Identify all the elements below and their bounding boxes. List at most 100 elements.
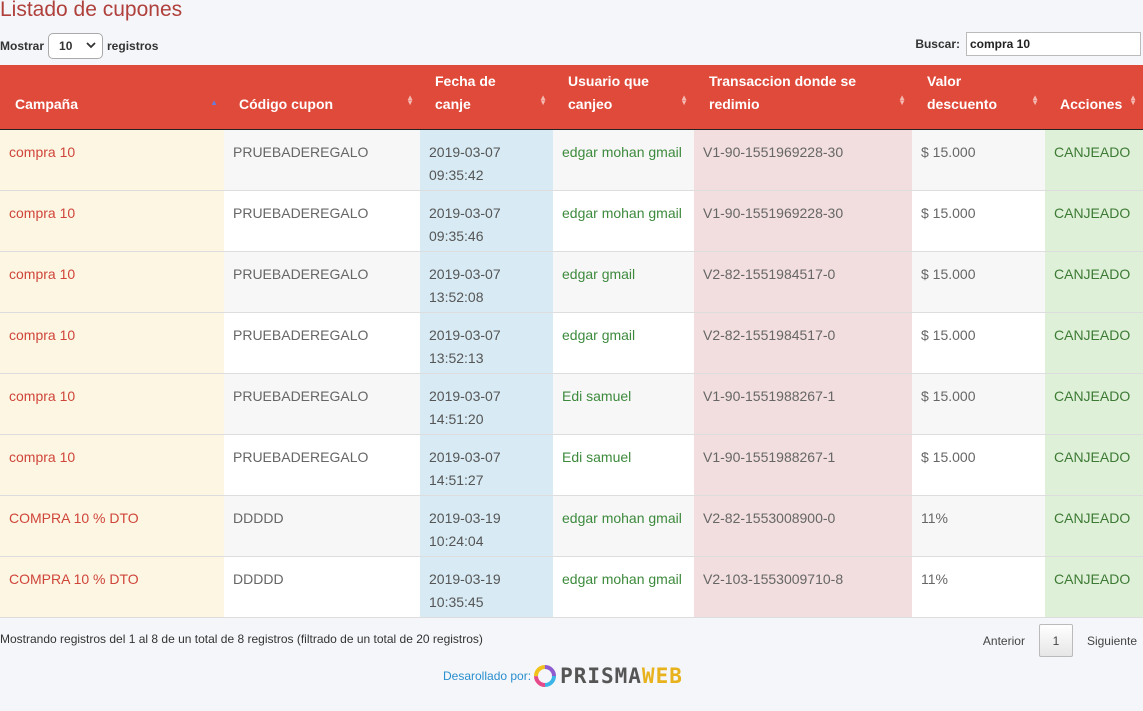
page-length-control: Mostrar 10 registros [0, 33, 158, 59]
table-row: compra 10 PRUEBADEREGALO 2019-03-07 14:5… [0, 373, 1143, 434]
cell-fecha: 2019-03-07 13:52:08 [420, 251, 553, 312]
page-title: Listado de cupones [0, 0, 183, 21]
cell-campana: compra 10 [0, 373, 224, 434]
col-header-usuario[interactable]: Usuario que canjeo ▲ ▼ [553, 65, 694, 130]
sort-arrows-icon: ▲ ▼ [1031, 92, 1039, 107]
col-label: Acciones [1060, 95, 1123, 112]
cell-transaccion: V1-90-1551969228-30 [694, 190, 912, 251]
table-row: compra 10 PRUEBADEREGALO 2019-03-07 13:5… [0, 312, 1143, 373]
coupons-table: Campaña ▲ Código cupon ▲ ▼ Fecha de canje… [0, 65, 1143, 618]
cell-transaccion: V1-90-1551969228-30 [694, 129, 912, 190]
table-row: compra 10 PRUEBADEREGALO 2019-03-07 14:5… [0, 434, 1143, 495]
cell-transaccion: V1-90-1551988267-1 [694, 434, 912, 495]
col-header-valor[interactable]: Valor descuento ▲ ▼ [912, 65, 1045, 130]
cell-accion: CANJEADO [1045, 434, 1143, 495]
table-row: compra 10 PRUEBADEREGALO 2019-03-07 13:5… [0, 251, 1143, 312]
page-length-select[interactable]: 10 [48, 33, 104, 59]
col-label: Campaña [15, 95, 79, 112]
table-header-row: Campaña ▲ Código cupon ▲ ▼ Fecha de canje… [0, 65, 1143, 130]
cell-campana: compra 10 [0, 190, 224, 251]
sort-arrows-icon: ▲ ▼ [406, 92, 414, 107]
cell-codigo: PRUEBADEREGALO [224, 129, 420, 190]
length-suffix: registros [107, 39, 159, 53]
col-header-campana[interactable]: Campaña ▲ [0, 65, 224, 130]
prismaweb-logo[interactable]: PRISMAWEB [534, 664, 683, 688]
sort-arrows-icon: ▲ ▼ [898, 92, 906, 107]
cell-valor: $ 15.000 [912, 190, 1045, 251]
col-label: Valor descuento [927, 72, 998, 112]
cell-transaccion: V2-82-1553008900-0 [694, 495, 912, 556]
length-prefix: Mostrar [0, 39, 45, 53]
cell-codigo: PRUEBADEREGALO [224, 312, 420, 373]
cell-accion: CANJEADO [1045, 312, 1143, 373]
cell-codigo: DDDDD [224, 556, 420, 617]
prismaweb-logo-icon [534, 665, 557, 687]
cell-accion: CANJEADO [1045, 556, 1143, 617]
col-label: Usuario que canjeo [568, 72, 649, 112]
cell-campana: COMPRA 10 % DTO [0, 556, 224, 617]
cell-transaccion: V2-82-1551984517-0 [694, 312, 912, 373]
pagination-prev[interactable]: Anterior [983, 634, 1025, 648]
cell-usuario: edgar gmail [553, 312, 694, 373]
cell-campana: compra 10 [0, 312, 224, 373]
cell-usuario: edgar gmail [553, 251, 694, 312]
cell-codigo: PRUEBADEREGALO [224, 434, 420, 495]
cell-campana: compra 10 [0, 251, 224, 312]
cell-usuario: Edi samuel [553, 434, 694, 495]
cell-accion: CANJEADO [1045, 251, 1143, 312]
cell-campana: compra 10 [0, 434, 224, 495]
pagination-page-1[interactable]: 1 [1038, 624, 1073, 657]
cell-valor: 11% [912, 556, 1045, 617]
cell-accion: CANJEADO [1045, 495, 1143, 556]
sort-arrows-icon: ▲ [210, 97, 218, 107]
cell-usuario: edgar mohan gmail [553, 129, 694, 190]
table-row: compra 10 PRUEBADEREGALO 2019-03-07 09:3… [0, 190, 1143, 251]
sort-arrows-icon: ▲ ▼ [1129, 92, 1137, 107]
cell-fecha: 2019-03-07 14:51:20 [420, 373, 553, 434]
cell-codigo: PRUEBADEREGALO [224, 190, 420, 251]
page-length-value: 10 [59, 39, 73, 53]
cell-usuario: Edi samuel [553, 373, 694, 434]
cell-fecha: 2019-03-07 09:35:42 [420, 129, 553, 190]
cell-codigo: PRUEBADEREGALO [224, 251, 420, 312]
cell-accion: CANJEADO [1045, 129, 1143, 190]
sort-arrows-icon: ▲ ▼ [539, 92, 547, 107]
cell-valor: 11% [912, 495, 1045, 556]
table-row: COMPRA 10 % DTO DDDDD 2019-03-19 10:24:0… [0, 495, 1143, 556]
cell-transaccion: V2-103-1553009710-8 [694, 556, 912, 617]
pagination-next[interactable]: Siguiente [1087, 634, 1137, 648]
cell-accion: CANJEADO [1045, 190, 1143, 251]
sort-arrows-icon: ▲ ▼ [680, 92, 688, 107]
cell-usuario: edgar mohan gmail [553, 495, 694, 556]
search-control: Buscar: [915, 32, 1141, 56]
footer-credit[interactable]: Desarollado por: [443, 669, 531, 683]
col-header-acciones[interactable]: Acciones ▲ ▼ [1045, 65, 1143, 130]
col-header-transaccion[interactable]: Transaccion donde se redimio ▲ ▼ [694, 65, 912, 130]
cell-valor: $ 15.000 [912, 434, 1045, 495]
cell-fecha: 2019-03-07 14:51:27 [420, 434, 553, 495]
cell-codigo: PRUEBADEREGALO [224, 373, 420, 434]
col-label: Código cupon [239, 95, 334, 112]
logo-accent: WEB [641, 664, 683, 688]
footer: Desarollado por: PRISMAWEB [443, 664, 683, 688]
search-input[interactable] [966, 32, 1141, 56]
logo-wordmark: PRISMAWEB [560, 664, 683, 688]
col-label: Fecha de canje [435, 72, 496, 112]
cell-usuario: edgar mohan gmail [553, 190, 694, 251]
cell-fecha: 2019-03-07 13:52:13 [420, 312, 553, 373]
cell-codigo: DDDDD [224, 495, 420, 556]
search-label: Buscar: [915, 37, 960, 51]
cell-campana: COMPRA 10 % DTO [0, 495, 224, 556]
cell-campana: compra 10 [0, 129, 224, 190]
col-header-fecha[interactable]: Fecha de canje ▲ ▼ [420, 65, 553, 130]
pagination: Anterior 1 Siguiente [983, 624, 1137, 657]
cell-valor: $ 15.000 [912, 251, 1045, 312]
cell-valor: $ 15.000 [912, 373, 1045, 434]
cell-fecha: 2019-03-19 10:24:04 [420, 495, 553, 556]
logo-main: PRISMA [560, 664, 642, 688]
table-info: Mostrando registros del 1 al 8 de un tot… [0, 632, 483, 646]
cell-transaccion: V1-90-1551988267-1 [694, 373, 912, 434]
cell-usuario: edgar mohan gmail [553, 556, 694, 617]
cell-valor: $ 15.000 [912, 312, 1045, 373]
col-header-codigo[interactable]: Código cupon ▲ ▼ [224, 65, 420, 130]
